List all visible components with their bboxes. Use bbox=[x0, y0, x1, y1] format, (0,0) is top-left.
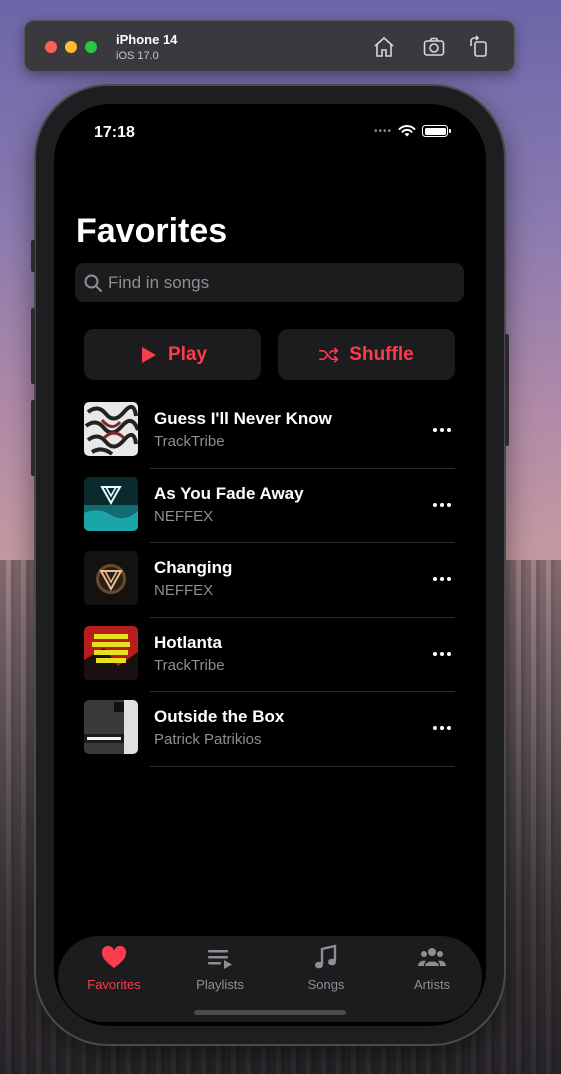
status-indicators: •••• bbox=[373, 124, 451, 138]
shuffle-button[interactable]: Shuffle bbox=[278, 329, 455, 380]
song-row[interactable]: Hotlanta TrackTribe bbox=[84, 618, 455, 693]
status-time: 17:18 bbox=[94, 124, 135, 141]
tab-label: Favorites bbox=[87, 977, 141, 992]
home-icon[interactable] bbox=[372, 35, 396, 59]
play-icon bbox=[141, 346, 156, 363]
tab-playlists[interactable]: Playlists bbox=[170, 944, 270, 992]
camera-icon[interactable] bbox=[422, 35, 446, 59]
song-title: Changing bbox=[154, 558, 233, 578]
more-options-button[interactable] bbox=[429, 642, 455, 666]
more-options-button[interactable] bbox=[429, 418, 455, 442]
tab-label: Songs bbox=[307, 977, 345, 992]
tab-songs[interactable]: Songs bbox=[276, 944, 376, 992]
rotate-icon[interactable] bbox=[467, 35, 491, 59]
playlist-icon bbox=[208, 950, 232, 969]
search-icon bbox=[84, 274, 102, 292]
simulator-title-bar: iPhone 14 iOS 17.0 bbox=[24, 20, 515, 72]
more-options-button[interactable] bbox=[429, 716, 455, 740]
simulator-device-name: iPhone 14 bbox=[116, 32, 178, 47]
song-row[interactable]: Guess I'll Never Know TrackTribe bbox=[84, 394, 455, 469]
power-button bbox=[505, 334, 509, 446]
zoom-window-button[interactable] bbox=[85, 41, 97, 53]
people-icon bbox=[418, 948, 446, 966]
wifi-icon bbox=[398, 125, 416, 137]
album-art bbox=[84, 625, 138, 680]
heart-icon bbox=[101, 945, 127, 968]
song-artist: TrackTribe bbox=[154, 656, 225, 674]
song-title: Outside the Box bbox=[154, 707, 285, 727]
song-title: As You Fade Away bbox=[154, 483, 304, 503]
song-artist: TrackTribe bbox=[154, 433, 225, 450]
iphone-frame: 17:18 •••• Favorites Find in songs Play bbox=[31, 86, 509, 1044]
song-title: Hotlanta bbox=[154, 632, 222, 652]
tab-artists[interactable]: Artists bbox=[382, 944, 482, 992]
phone-screen: 17:18 •••• Favorites Find in songs Play bbox=[54, 104, 486, 1026]
song-title: Guess I'll Never Know bbox=[154, 409, 332, 428]
cellular-dots-icon: •••• bbox=[373, 125, 392, 137]
play-button[interactable]: Play bbox=[84, 329, 261, 380]
shuffle-icon bbox=[319, 347, 339, 362]
shuffle-label: Shuffle bbox=[349, 343, 414, 365]
simulator-os-version: iOS 17.0 bbox=[116, 50, 159, 62]
row-divider bbox=[150, 765, 455, 767]
song-list: Guess I'll Never Know TrackTribe As You … bbox=[84, 394, 455, 767]
album-art bbox=[84, 476, 138, 531]
page-title: Favorites bbox=[76, 212, 228, 250]
close-window-button[interactable] bbox=[45, 41, 57, 53]
album-art bbox=[84, 402, 138, 456]
battery-icon bbox=[422, 125, 451, 137]
search-input[interactable]: Find in songs bbox=[75, 263, 464, 302]
music-note-icon bbox=[315, 944, 337, 969]
tab-favorites[interactable]: Favorites bbox=[64, 944, 164, 992]
play-label: Play bbox=[167, 343, 208, 365]
more-options-button[interactable] bbox=[429, 567, 455, 591]
home-indicator[interactable] bbox=[194, 1010, 346, 1015]
volume-up-button bbox=[31, 308, 35, 384]
search-placeholder: Find in songs bbox=[108, 272, 210, 292]
song-row[interactable]: As You Fade Away NEFFEX bbox=[84, 469, 455, 544]
song-artist: Patrick Patrikios bbox=[154, 731, 262, 749]
song-artist: NEFFEX bbox=[154, 507, 214, 525]
tab-label: Playlists bbox=[196, 977, 244, 992]
song-row[interactable]: Changing NEFFEX bbox=[84, 543, 455, 618]
action-button bbox=[31, 240, 35, 272]
song-artist: NEFFEX bbox=[154, 582, 214, 600]
album-art bbox=[84, 700, 138, 755]
tab-label: Artists bbox=[413, 977, 451, 992]
song-row[interactable]: Outside the Box Patrick Patrikios bbox=[84, 692, 455, 767]
volume-down-button bbox=[31, 400, 35, 476]
minimize-window-button[interactable] bbox=[65, 41, 77, 53]
album-art bbox=[84, 551, 138, 606]
more-options-button[interactable] bbox=[429, 493, 455, 517]
